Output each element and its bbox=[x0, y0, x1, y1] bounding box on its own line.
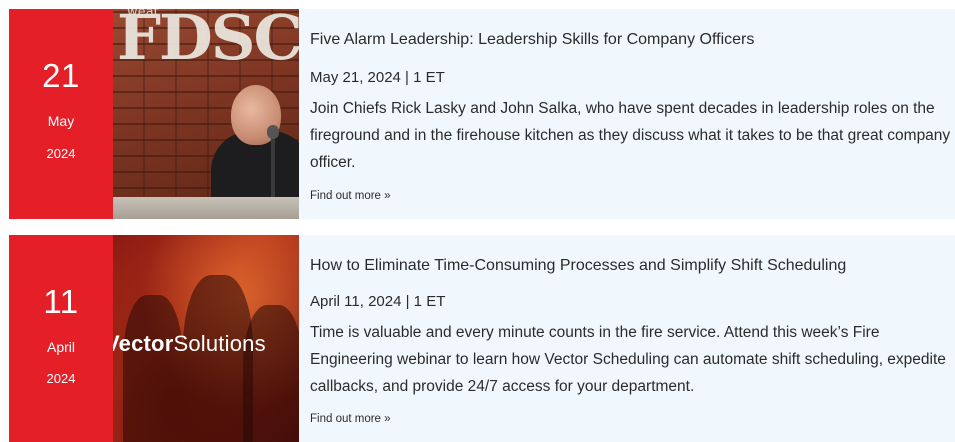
vector-solutions-logo: VectorSolutions bbox=[113, 331, 266, 357]
find-out-more-link[interactable]: Find out more » bbox=[310, 190, 391, 202]
event-title[interactable]: Five Alarm Leadership: Leadership Skills… bbox=[310, 31, 754, 49]
firefighter-silhouette bbox=[243, 305, 299, 442]
event-month: May bbox=[47, 113, 75, 129]
event-title[interactable]: How to Eliminate Time-Consuming Processe… bbox=[310, 257, 846, 275]
microphone-stand bbox=[271, 131, 275, 201]
event-card: 11 April 2024 VectorSolutions How to Eli… bbox=[9, 235, 955, 442]
event-thumbnail[interactable]: weat FDSC bbox=[113, 9, 299, 219]
event-month: April bbox=[46, 339, 75, 355]
event-card: 21 May 2024 weat FDSC Five Alarm Leaders… bbox=[9, 9, 955, 219]
event-year: 2024 bbox=[46, 371, 76, 386]
event-list: 21 May 2024 weat FDSC Five Alarm Leaders… bbox=[0, 0, 955, 442]
find-out-more-link[interactable]: Find out more » bbox=[310, 413, 391, 425]
event-date-badge: 21 May 2024 bbox=[9, 9, 113, 219]
event-description: Join Chiefs Rick Lasky and John Salka, w… bbox=[310, 100, 951, 171]
desk bbox=[113, 197, 299, 219]
microphone-icon bbox=[267, 125, 279, 139]
logo-bold-text: Vector bbox=[113, 331, 174, 356]
event-date-badge: 11 April 2024 bbox=[9, 235, 113, 442]
event-meta: May 21, 2024 | 1 ET bbox=[310, 69, 445, 86]
logo-light-text: Solutions bbox=[173, 331, 266, 356]
event-thumbnail[interactable]: VectorSolutions bbox=[113, 235, 299, 442]
event-day: 21 bbox=[42, 57, 80, 94]
event-description: Time is valuable and every minute counts… bbox=[310, 324, 946, 395]
event-content: How to Eliminate Time-Consuming Processe… bbox=[299, 235, 955, 442]
thumbnail-sign: FDSC bbox=[117, 9, 299, 74]
event-content: Five Alarm Leadership: Leadership Skills… bbox=[299, 9, 955, 219]
event-meta: April 11, 2024 | 1 ET bbox=[310, 293, 446, 310]
event-year: 2024 bbox=[46, 146, 76, 161]
event-day: 11 bbox=[43, 283, 79, 320]
firefighter-silhouette bbox=[123, 295, 183, 442]
